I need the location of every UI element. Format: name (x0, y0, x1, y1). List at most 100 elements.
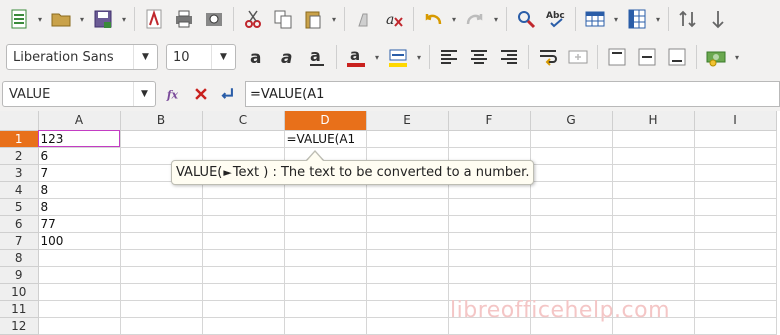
cell-i3[interactable] (694, 164, 777, 182)
font-color-icon[interactable]: a (343, 44, 369, 70)
column-header-h[interactable]: H (612, 111, 695, 131)
cell-e9[interactable] (366, 266, 449, 284)
cell-b10[interactable] (120, 283, 203, 301)
open-dropdown-icon[interactable]: ▾ (78, 6, 86, 32)
cell-h4[interactable] (612, 181, 695, 199)
cell-e12[interactable] (366, 317, 449, 335)
cell-c9[interactable] (202, 266, 285, 284)
cell-i4[interactable] (694, 181, 777, 199)
cell-i5[interactable] (694, 198, 777, 216)
align-center-icon[interactable] (466, 44, 492, 70)
cell-i6[interactable] (694, 215, 777, 233)
cell-c10[interactable] (202, 283, 285, 301)
select-all-corner[interactable] (0, 111, 39, 131)
row-header[interactable]: 8 (0, 249, 39, 267)
save-dropdown-icon[interactable]: ▾ (120, 6, 128, 32)
column-header-d[interactable]: D (284, 111, 367, 131)
background-color-dropdown-icon[interactable]: ▾ (415, 44, 423, 70)
cell-h1[interactable] (612, 130, 695, 148)
cell-a10[interactable] (38, 283, 121, 301)
cell-e5[interactable] (366, 198, 449, 216)
cell-d7[interactable] (284, 232, 367, 250)
cell-i7[interactable] (694, 232, 777, 250)
undo-dropdown-icon[interactable]: ▾ (450, 6, 458, 32)
cut-icon[interactable] (240, 6, 266, 32)
align-top-icon[interactable] (604, 44, 630, 70)
cell-f5[interactable] (448, 198, 531, 216)
cell-i9[interactable] (694, 266, 777, 284)
cell-f8[interactable] (448, 249, 531, 267)
print-preview-icon[interactable] (201, 6, 227, 32)
column-header-f[interactable]: F (448, 111, 531, 131)
cell-d12[interactable] (284, 317, 367, 335)
name-box[interactable]: VALUE ▼ (2, 81, 156, 107)
cell-b1[interactable] (120, 130, 203, 148)
cell-g7[interactable] (530, 232, 613, 250)
cell-e11[interactable] (366, 300, 449, 318)
row-header[interactable]: 1 (0, 130, 39, 148)
align-right-icon[interactable] (496, 44, 522, 70)
row-header[interactable]: 2 (0, 147, 39, 165)
cell-h8[interactable] (612, 249, 695, 267)
cell-a7[interactable]: 100 (38, 232, 121, 250)
paste-icon[interactable] (300, 6, 326, 32)
align-middle-icon[interactable] (634, 44, 660, 70)
row-header[interactable]: 4 (0, 181, 39, 199)
cell-a5[interactable]: 8 (38, 198, 121, 216)
cell-g3[interactable] (530, 164, 613, 182)
currency-format-icon[interactable] (703, 44, 729, 70)
cell-b5[interactable] (120, 198, 203, 216)
clear-formatting-icon[interactable]: a (381, 6, 407, 32)
font-size-combo[interactable]: 10 ▼ (166, 44, 236, 70)
chevron-down-icon[interactable]: ▼ (133, 82, 155, 106)
undo-icon[interactable] (420, 6, 446, 32)
cell-d10[interactable] (284, 283, 367, 301)
cell-g2[interactable] (530, 147, 613, 165)
cell-i8[interactable] (694, 249, 777, 267)
cell-d5[interactable] (284, 198, 367, 216)
row-header[interactable]: 11 (0, 300, 39, 318)
cell-c6[interactable] (202, 215, 285, 233)
cell-b6[interactable] (120, 215, 203, 233)
cancel-icon[interactable] (190, 83, 212, 105)
sort-icon[interactable] (675, 6, 701, 32)
cell-h6[interactable] (612, 215, 695, 233)
redo-dropdown-icon[interactable]: ▾ (492, 6, 500, 32)
row-header[interactable]: 6 (0, 215, 39, 233)
align-left-icon[interactable] (436, 44, 462, 70)
merge-cells-icon[interactable] (565, 44, 591, 70)
cell-h7[interactable] (612, 232, 695, 250)
cell-a3[interactable]: 7 (38, 164, 121, 182)
clone-formatting-icon[interactable] (351, 6, 377, 32)
cell-d6[interactable] (284, 215, 367, 233)
column-header-c[interactable]: C (202, 111, 285, 131)
redo-icon[interactable] (462, 6, 488, 32)
save-icon[interactable] (90, 6, 116, 32)
font-color-dropdown-icon[interactable]: ▾ (373, 44, 381, 70)
chevron-down-icon[interactable]: ▼ (211, 45, 235, 69)
cell-a12[interactable] (38, 317, 121, 335)
cell-e1[interactable] (366, 130, 449, 148)
cell-b12[interactable] (120, 317, 203, 335)
paste-dropdown-icon[interactable]: ▾ (330, 6, 338, 32)
underline-icon[interactable]: a (304, 44, 330, 70)
cell-e6[interactable] (366, 215, 449, 233)
background-color-icon[interactable] (385, 44, 411, 70)
export-pdf-icon[interactable] (141, 6, 167, 32)
cell-i2[interactable] (694, 147, 777, 165)
cell-h5[interactable] (612, 198, 695, 216)
cell-b7[interactable] (120, 232, 203, 250)
row-header[interactable]: 7 (0, 232, 39, 250)
accept-icon[interactable] (216, 83, 238, 105)
cell-a1[interactable]: 123 (38, 130, 121, 148)
row-header[interactable]: 9 (0, 266, 39, 284)
cell-i11[interactable] (694, 300, 777, 318)
font-name-combo[interactable]: Liberation Sans ▼ (6, 44, 158, 70)
formula-input[interactable]: =VALUE(A1 (245, 81, 780, 107)
column-header-i[interactable]: I (694, 111, 777, 131)
row-dropdown-icon[interactable]: ▾ (612, 6, 620, 32)
cell-g1[interactable] (530, 130, 613, 148)
cell-a11[interactable] (38, 300, 121, 318)
cell-f1[interactable] (448, 130, 531, 148)
cell-d11[interactable] (284, 300, 367, 318)
